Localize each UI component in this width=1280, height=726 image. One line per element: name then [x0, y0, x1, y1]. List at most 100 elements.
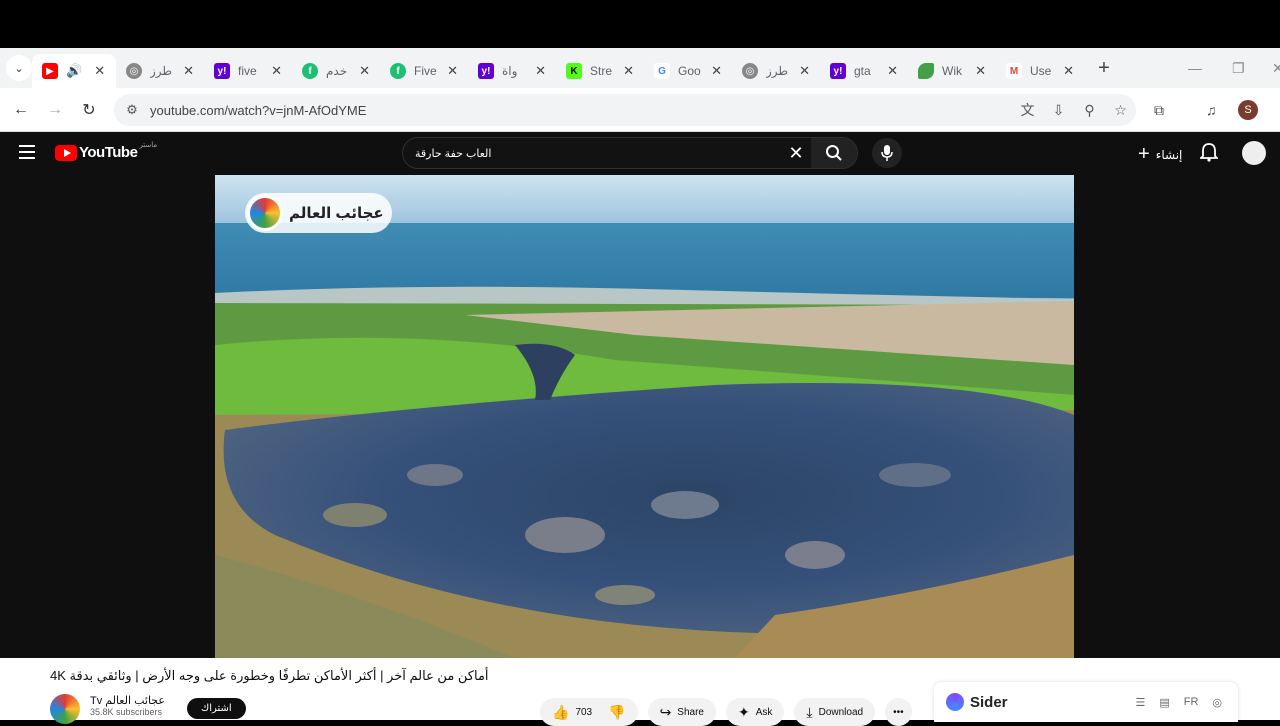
settings-icon[interactable]: ◎ [1212, 696, 1222, 709]
tab-1[interactable]: ◎ طرز ✕ [116, 54, 204, 88]
mouse-cursor-icon [658, 668, 665, 678]
tab-8[interactable]: ◎ طرز ✕ [732, 54, 820, 88]
notifications-button[interactable] [1198, 142, 1220, 167]
subtitles-icon[interactable]: ▤ [1159, 696, 1169, 709]
plus-icon: + [1138, 143, 1150, 165]
ask-label: Ask [755, 706, 773, 718]
watermark-text: عجائب العالم [289, 205, 384, 222]
google-icon: G [654, 63, 670, 79]
sparkle-icon: ✦ [737, 703, 750, 720]
youtube-logo[interactable]: YouTube ماستر [55, 142, 157, 161]
search-icon [826, 145, 842, 161]
download-button[interactable]: ⤓ Download [794, 698, 876, 726]
tab-title: Use [1030, 64, 1052, 78]
tab-strip: ⌄ ▶ 🔊 ✕ ◎ طرز ✕ y! five ✕ f خدم ✕ f Five… [0, 48, 1280, 88]
speaker-icon[interactable]: 🔊 [66, 63, 82, 79]
close-tab-icon[interactable]: ✕ [887, 63, 898, 79]
close-tab-icon[interactable]: ✕ [711, 63, 722, 79]
tab-title: خدم [326, 64, 348, 78]
youtube-page: YouTube ماستر العاب حفة حارقة ✕ + إنشاء [0, 132, 1280, 726]
yahoo-icon: y! [478, 63, 494, 79]
close-tab-icon[interactable]: ✕ [799, 63, 810, 79]
sider-panel[interactable]: Sider ☰ ▤ FR ◎ [934, 682, 1238, 722]
search-input[interactable]: العاب حفة حارقة [403, 147, 781, 160]
video-title: أماكن من عالم آخر | أكثر الأماكن تطرفًا … [50, 668, 489, 683]
translate-icon[interactable]: 文 [1012, 100, 1043, 120]
restore-icon[interactable]: ❐ [1232, 48, 1245, 88]
media-controls-icon[interactable]: ♫ [1206, 88, 1217, 132]
close-tab-icon[interactable]: ✕ [94, 63, 105, 79]
bookmark-star-icon[interactable]: ☆ [1105, 102, 1136, 119]
ask-button[interactable]: ✦ Ask [725, 698, 785, 726]
tab-0[interactable]: ▶ 🔊 ✕ [32, 54, 116, 88]
tab-10[interactable]: Wik ✕ [908, 54, 996, 88]
sider-logo-icon [946, 693, 964, 711]
tab-title: five [238, 64, 257, 78]
url-text[interactable]: youtube.com/watch?v=jnM-AfOdYME [150, 103, 1012, 118]
close-tab-icon[interactable]: ✕ [359, 63, 370, 79]
download-icon: ⤓ [806, 703, 813, 720]
zoom-icon[interactable]: ⚲ [1074, 102, 1105, 119]
globe-icon: ◎ [126, 63, 142, 79]
account-avatar[interactable] [1242, 141, 1266, 165]
tab-5[interactable]: y! واة ✕ [468, 54, 556, 88]
clear-search-icon[interactable]: ✕ [781, 143, 811, 164]
tab-9[interactable]: y! gta ✕ [820, 54, 908, 88]
close-tab-icon[interactable]: ✕ [535, 63, 546, 79]
logo-text: YouTube [79, 144, 138, 161]
tab-6[interactable]: K Stre ✕ [556, 54, 644, 88]
leaf-icon [918, 63, 934, 79]
video-player[interactable]: عجائب العالم [215, 175, 1074, 658]
tab-title: طرز [766, 64, 788, 78]
language-selector[interactable]: FR [1184, 696, 1199, 708]
tab-title: Goo [678, 64, 701, 78]
youtube-icon: ▶ [42, 63, 58, 79]
more-dots-icon: ••• [893, 706, 904, 718]
close-tab-icon[interactable]: ✕ [447, 63, 458, 79]
close-tab-icon[interactable]: ✕ [183, 63, 194, 79]
reload-icon[interactable]: ↻ [72, 100, 106, 120]
channel-watermark: عجائب العالم [245, 193, 392, 233]
minimize-icon[interactable]: — [1188, 48, 1202, 88]
globe-icon: ◎ [742, 63, 758, 79]
tab-4[interactable]: f Five ✕ [380, 54, 468, 88]
channel-name[interactable]: Tv عجائب العالم [90, 694, 165, 707]
youtube-play-icon [55, 144, 77, 161]
video-frame [215, 175, 1074, 658]
close-tab-icon[interactable]: ✕ [623, 63, 634, 79]
like-button[interactable]: 👍 703 [540, 698, 601, 726]
close-window-icon[interactable]: ✕ [1272, 48, 1280, 88]
youtube-header: YouTube ماستر العاب حفة حارقة ✕ + إنشاء [0, 132, 1280, 174]
forward-icon[interactable]: → [38, 101, 72, 119]
voice-search-button[interactable] [872, 138, 902, 168]
close-tab-icon[interactable]: ✕ [1063, 63, 1074, 79]
profile-avatar[interactable]: S [1238, 100, 1258, 120]
new-tab-icon[interactable]: + [1090, 57, 1118, 80]
tab-11[interactable]: M Use ✕ [996, 54, 1084, 88]
subscribe-button[interactable]: اشتراك [187, 698, 246, 719]
create-button[interactable]: + إنشاء [1138, 143, 1182, 166]
tab-7[interactable]: G Goo ✕ [644, 54, 732, 88]
site-settings-icon[interactable]: ⚙ [114, 102, 150, 118]
tab-search-dropdown-icon[interactable]: ⌄ [6, 55, 32, 81]
install-app-icon[interactable]: ⇩ [1043, 102, 1074, 119]
close-tab-icon[interactable]: ✕ [271, 63, 282, 79]
sider-name: Sider [970, 693, 1008, 711]
close-tab-icon[interactable]: ✕ [975, 63, 986, 79]
back-icon[interactable]: ← [4, 101, 38, 119]
list-icon[interactable]: ☰ [1135, 696, 1145, 709]
more-actions-button[interactable]: ••• [885, 698, 912, 726]
video-meta: أماكن من عالم آخر | أكثر الأماكن تطرفًا … [0, 658, 1280, 726]
tab-3[interactable]: f خدم ✕ [292, 54, 380, 88]
search-button[interactable] [811, 138, 857, 168]
fiverr-icon: f [390, 63, 406, 79]
omnibox[interactable]: ⚙ youtube.com/watch?v=jnM-AfOdYME 文 ⇩ ⚲ … [114, 94, 1136, 126]
like-count: 703 [575, 706, 593, 718]
share-button[interactable]: ↪ Share [647, 698, 716, 726]
tab-2[interactable]: y! five ✕ [204, 54, 292, 88]
channel-logo-icon [247, 195, 283, 231]
hamburger-menu-icon[interactable] [19, 145, 35, 159]
search-box[interactable]: العاب حفة حارقة ✕ [402, 137, 858, 169]
extensions-icon[interactable]: ⧉ [1154, 88, 1164, 132]
dislike-button[interactable]: 👎 [600, 698, 638, 726]
